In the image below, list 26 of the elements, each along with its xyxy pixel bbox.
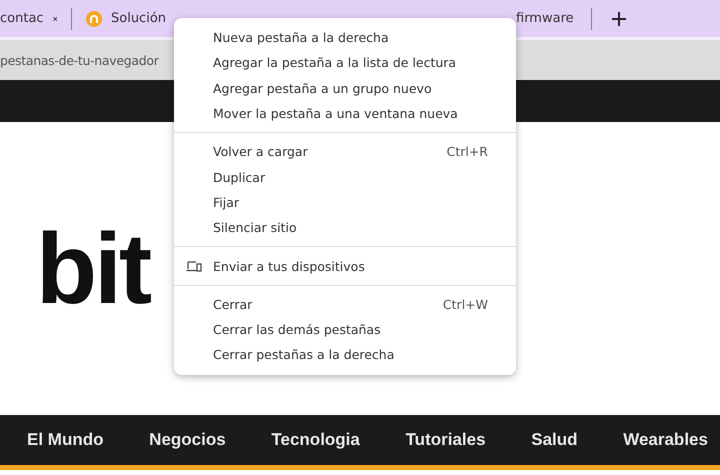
tab-title: Solución bbox=[111, 11, 166, 26]
browser-tab[interactable]: contac bbox=[0, 8, 72, 30]
nav-link[interactable]: Tutoriales bbox=[406, 430, 486, 450]
favicon-icon bbox=[86, 10, 102, 26]
menu-item[interactable]: Duplicar bbox=[174, 164, 516, 190]
menu-item[interactable]: Volver a cargar Ctrl+R bbox=[174, 139, 516, 164]
menu-item[interactable]: Agregar la pestaña a la lista de lectura bbox=[174, 50, 516, 76]
nav-link[interactable]: El Mundo bbox=[27, 430, 104, 450]
address-field[interactable]: pestanas-de-tu-navegador bbox=[0, 52, 159, 68]
menu-item[interactable]: Cerrar Ctrl+W bbox=[174, 292, 516, 317]
nav-link[interactable]: Tecnologia bbox=[271, 430, 360, 450]
devices-icon bbox=[186, 260, 202, 272]
new-tab-icon[interactable] bbox=[612, 12, 626, 26]
nav-link[interactable]: Salud bbox=[531, 430, 578, 450]
menu-item[interactable]: Agregar pestaña a un grupo nuevo bbox=[174, 76, 516, 101]
nav-link[interactable]: Wearables bbox=[623, 430, 708, 450]
menu-item[interactable]: Mover la pestaña a una ventana nueva bbox=[174, 100, 516, 126]
menu-item[interactable]: Enviar a tus dispositivos bbox=[174, 253, 516, 279]
tab-title: firmware bbox=[516, 11, 574, 26]
nav-link[interactable]: Negocios bbox=[149, 430, 226, 450]
site-logo: bit bbox=[36, 218, 150, 318]
menu-item[interactable]: Cerrar pestañas a la derecha bbox=[174, 342, 516, 368]
menu-item[interactable]: Cerrar las demás pestañas bbox=[174, 316, 516, 342]
menu-item[interactable]: Silenciar sitio bbox=[174, 215, 516, 240]
menu-item[interactable]: Fijar bbox=[174, 190, 516, 216]
tab-title: contac bbox=[0, 11, 44, 26]
